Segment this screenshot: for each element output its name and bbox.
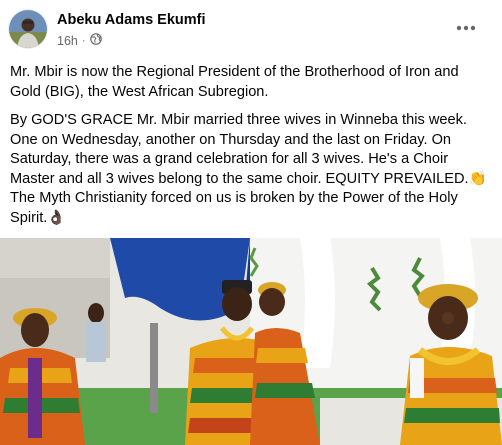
post-paragraph: Mr. Mbir is now the Regional President o… <box>10 64 459 100</box>
more-options-icon <box>456 25 476 31</box>
more-options-button[interactable] <box>450 16 482 40</box>
meta-separator: · <box>81 34 86 47</box>
post-header: Abeku Adams Ekumfi 16h · <box>0 0 502 58</box>
post-time[interactable]: 16h <box>57 34 78 48</box>
clapping-emoji: 👏 <box>468 170 487 187</box>
globe-icon[interactable] <box>89 33 102 48</box>
post-paragraph: By GOD'S GRACE Mr. Mbir married three wi… <box>10 112 487 226</box>
wedding-photo <box>0 238 502 445</box>
facebook-post: Abeku Adams Ekumfi 16h · Mr. Mbir is now… <box>0 0 502 445</box>
avatar-image <box>9 10 47 48</box>
ok-hand-emoji: 👌🏿 <box>47 209 66 226</box>
post-photo[interactable] <box>0 238 502 445</box>
author-name[interactable]: Abeku Adams Ekumfi <box>57 12 206 28</box>
author-avatar[interactable] <box>9 10 47 48</box>
post-body: Mr. Mbir is now the Regional President o… <box>10 63 492 237</box>
post-meta: 16h · <box>57 33 102 48</box>
